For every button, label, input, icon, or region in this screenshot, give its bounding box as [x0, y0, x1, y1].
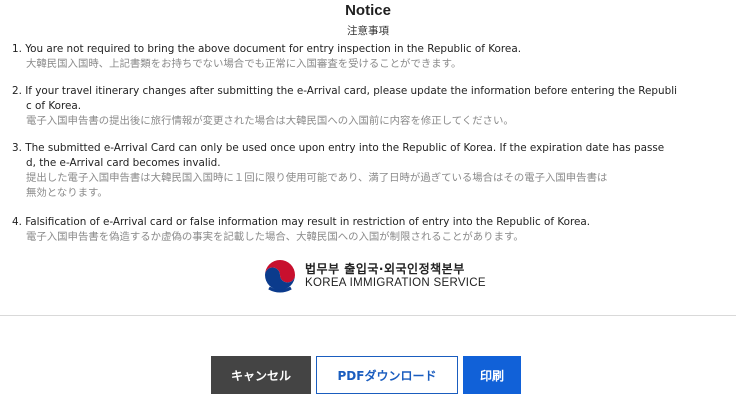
logo-korean-text: 법무부 출입국·외국인정책본부 [305, 262, 465, 276]
footer-divider [0, 315, 736, 316]
pdf-download-button[interactable]: PDFダウンロード [316, 356, 458, 394]
logo-english-text: KOREA IMMIGRATION SERVICE [305, 277, 486, 289]
notice-2-english-line2: c of Korea. [26, 100, 82, 112]
notice-dialog: Notice 注意事項 1. You are not required to b… [0, 0, 736, 394]
notice-2-english-line1: 2. If your travel itinerary changes afte… [12, 85, 677, 97]
notice-3-japanese-line2: 無効となります。 [26, 187, 108, 199]
korea-immigration-logo: 법무부 출입국·외국인정책본부 KOREA IMMIGRATION SERVIC… [261, 258, 486, 296]
notice-item-2: 2. If your travel itinerary changes afte… [12, 84, 724, 129]
notice-4-japanese: 電子入国申告書を偽造するか虚偽の事実を記載した場合、大韓民国への入国が制限される… [26, 231, 524, 243]
notice-1-english: 1. You are not required to bring the abo… [12, 43, 521, 55]
notice-3-english-line2: d, the e-Arrival card becomes invalid. [26, 157, 221, 169]
cancel-button[interactable]: キャンセル [211, 356, 311, 394]
print-button[interactable]: 印刷 [463, 356, 521, 394]
notice-item-4: 4. Falsification of e-Arrival card or fa… [12, 215, 724, 245]
notice-2-japanese: 電子入国申告書の提出後に旅行情報が変更された場合は大韓民国への入国前に内容を修正… [26, 115, 514, 127]
notice-3-english-line1: 3. The submitted e-Arrival Card can only… [12, 142, 665, 154]
dialog-subtitle: 注意事項 [347, 25, 389, 37]
notice-4-english: 4. Falsification of e-Arrival card or fa… [12, 216, 591, 228]
notice-1-japanese: 大韓民国入国時、上記書類をお持ちでない場合でも正常に入国審査を受けることができま… [26, 58, 462, 70]
notice-3-japanese-line1: 提出した電子入国申告書は大韓民国入国時に１回に限り使用可能であり、満了日時が過ぎ… [26, 172, 608, 184]
taegeuk-emblem-icon [263, 260, 297, 294]
dialog-title: Notice [345, 2, 391, 19]
notice-item-3: 3. The submitted e-Arrival Card can only… [12, 141, 724, 201]
notice-item-1: 1. You are not required to bring the abo… [12, 42, 724, 72]
